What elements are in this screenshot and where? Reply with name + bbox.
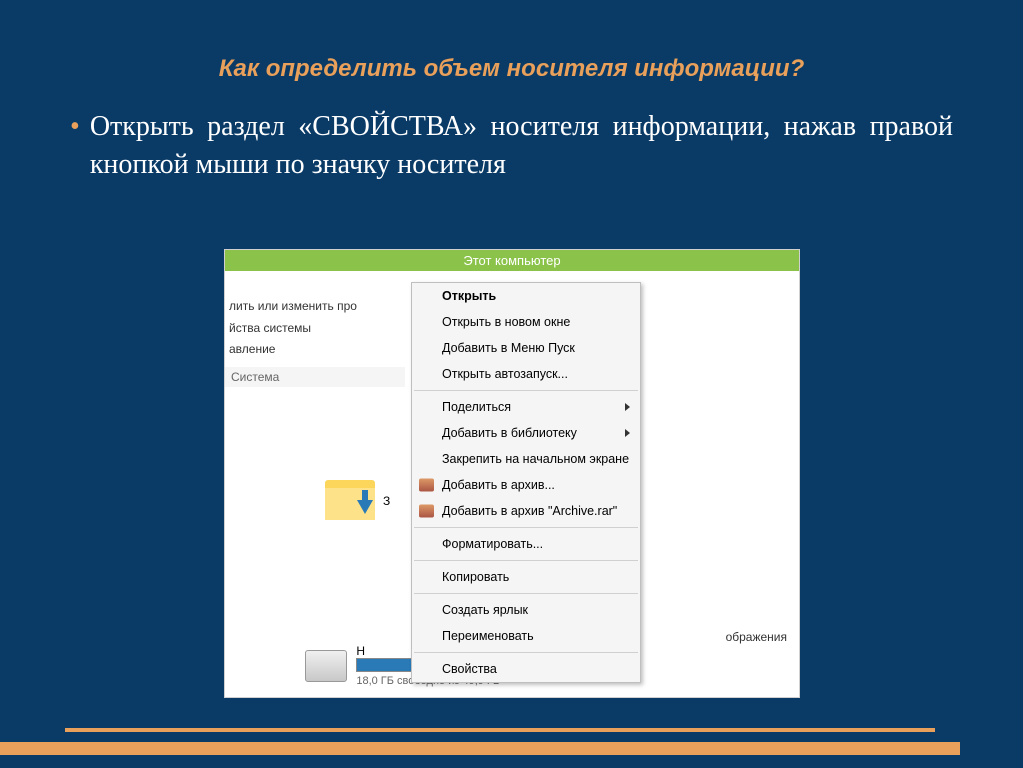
menu-item[interactable]: Добавить в архив...: [412, 472, 640, 498]
drive-name: Н: [356, 644, 365, 658]
left-panel: лить или изменить про йства системы авле…: [225, 290, 405, 387]
submenu-arrow-icon: [625, 429, 630, 437]
menu-item[interactable]: Добавить в библиотеку: [412, 420, 640, 446]
menu-item[interactable]: Поделиться: [412, 394, 640, 420]
archive-icon: [419, 479, 434, 492]
menu-item[interactable]: Добавить в Меню Пуск: [412, 335, 640, 361]
menu-separator: [414, 527, 638, 528]
menu-item[interactable]: Открыть автозапуск...: [412, 361, 640, 387]
section-label: Система: [225, 367, 405, 387]
left-link[interactable]: йства системы: [229, 318, 405, 340]
body-text: Открыть раздел «СВОЙСТВА» носителя инфор…: [90, 108, 953, 184]
left-link[interactable]: лить или изменить про: [229, 296, 405, 318]
menu-item[interactable]: Свойства: [412, 656, 640, 682]
menu-item[interactable]: Открыть: [412, 283, 640, 309]
bullet-icon: •: [70, 108, 90, 184]
menu-separator: [414, 652, 638, 653]
menu-separator: [414, 560, 638, 561]
archive-icon: [419, 505, 434, 518]
submenu-arrow-icon: [625, 403, 630, 411]
menu-item[interactable]: Открыть в новом окне: [412, 309, 640, 335]
context-menu: ОткрытьОткрыть в новом окнеДобавить в Ме…: [411, 282, 641, 683]
menu-separator: [414, 593, 638, 594]
menu-item[interactable]: Создать ярлык: [412, 597, 640, 623]
folder-label: З: [383, 494, 390, 508]
slide-title: Как определить объем носителя информации…: [0, 0, 1023, 83]
window-title: Этот компьютер: [225, 250, 799, 271]
drive-icon: [305, 650, 347, 682]
explorer-window: Этот компьютер лить или изменить про йст…: [224, 249, 800, 698]
menu-item[interactable]: Переименовать: [412, 623, 640, 649]
menu-separator: [414, 390, 638, 391]
menu-item[interactable]: Копировать: [412, 564, 640, 590]
download-arrow-icon: [357, 500, 373, 514]
slide-body: • Открыть раздел «СВОЙСТВА» носителя инф…: [0, 83, 1023, 184]
menu-item[interactable]: Добавить в архив "Archive.rar": [412, 498, 640, 524]
menu-item[interactable]: Форматировать...: [412, 531, 640, 557]
left-link[interactable]: авление: [229, 339, 405, 361]
partial-label: ображения: [726, 630, 787, 644]
menu-item[interactable]: Закрепить на начальном экране: [412, 446, 640, 472]
footer-decoration: [65, 728, 1023, 738]
